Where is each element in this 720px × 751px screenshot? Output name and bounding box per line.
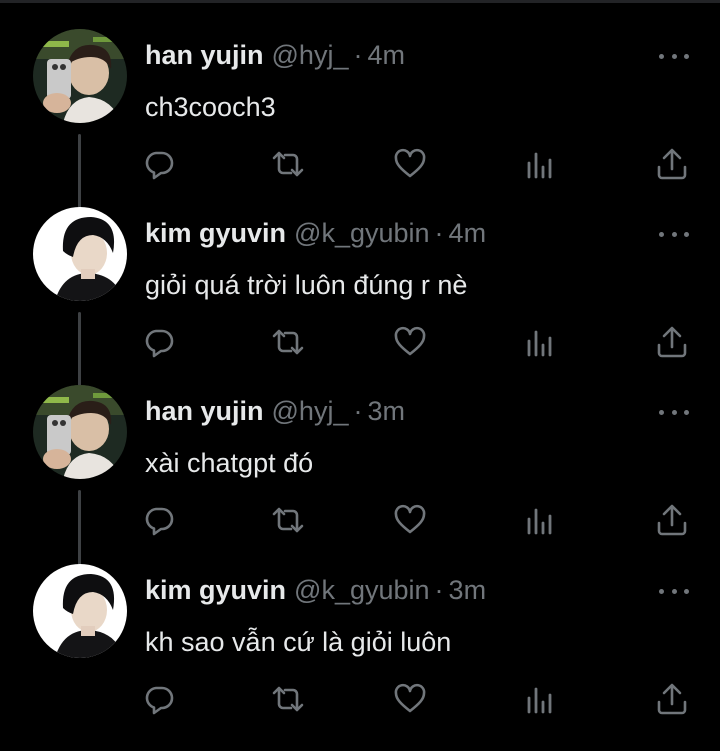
share-button[interactable] [652, 679, 692, 719]
retweet-button[interactable] [268, 500, 308, 540]
user-handle[interactable]: @k_gyubin [294, 575, 430, 606]
reply-button[interactable] [139, 322, 179, 362]
timestamp[interactable]: 3m [449, 575, 487, 606]
share-icon [657, 683, 687, 715]
avatar-image [33, 564, 127, 658]
reply-icon [145, 686, 174, 715]
retweet-icon [272, 686, 304, 712]
avatar-han-yujin[interactable] [33, 385, 127, 479]
retweet-icon [272, 507, 304, 533]
tweet-actions [0, 500, 720, 540]
reply-icon [145, 329, 174, 358]
display-name[interactable]: kim gyuvin [145, 218, 286, 249]
separator-dot: · [434, 575, 444, 605]
tweet-actions [0, 144, 720, 184]
like-icon [394, 504, 426, 534]
timestamp[interactable]: 3m [367, 396, 405, 427]
more-icon[interactable] [659, 228, 689, 240]
tweet-header: kim gyuvin @k_gyubin · 4m [145, 218, 486, 252]
tweet-text: kh sao vẫn cứ là giỏi luôn [145, 627, 452, 657]
tweet-text: ch3cooch3 [145, 92, 276, 122]
avatar-image [33, 29, 127, 123]
avatar-han-yujin[interactable] [33, 29, 127, 123]
retweet-icon [272, 329, 304, 355]
separator-dot: · [434, 218, 444, 248]
tweet[interactable]: han yujin @hyj_ · 3m xài chatgpt đó [0, 378, 720, 570]
reply-button[interactable] [139, 500, 179, 540]
share-button[interactable] [652, 144, 692, 184]
views-button[interactable] [519, 679, 559, 719]
display-name[interactable]: han yujin [145, 396, 264, 427]
avatar-kim-gyuvin[interactable] [33, 564, 127, 658]
views-button[interactable] [519, 500, 559, 540]
tweet-text: giỏi quá trời luôn đúng r nè [145, 270, 468, 300]
retweet-button[interactable] [268, 322, 308, 362]
avatar-image [33, 385, 127, 479]
tweet-header: kim gyuvin @k_gyubin · 3m [145, 575, 486, 609]
tweet-header: han yujin @hyj_ · 3m [145, 396, 405, 430]
user-handle[interactable]: @k_gyubin [294, 218, 430, 249]
share-icon [657, 504, 687, 536]
like-button[interactable] [390, 322, 430, 362]
tweet[interactable]: han yujin @hyj_ · 4m ch3cooch3 [0, 22, 720, 214]
avatar-image [33, 207, 127, 301]
reply-button[interactable] [139, 144, 179, 184]
share-icon [657, 326, 687, 358]
views-icon [527, 687, 552, 714]
top-divider [0, 0, 720, 3]
separator-dot: · [353, 396, 363, 426]
reply-button[interactable] [139, 679, 179, 719]
display-name[interactable]: han yujin [145, 40, 264, 71]
like-button[interactable] [390, 679, 430, 719]
timestamp[interactable]: 4m [449, 218, 487, 249]
avatar-kim-gyuvin[interactable] [33, 207, 127, 301]
share-icon [657, 148, 687, 180]
tweet-actions [0, 679, 720, 719]
like-icon [394, 326, 426, 356]
tweet-actions [0, 322, 720, 362]
user-handle[interactable]: @hyj_ [272, 396, 349, 427]
tweet[interactable]: kim gyuvin @k_gyubin · 3m kh sao vẫn cứ … [0, 557, 720, 737]
timestamp[interactable]: 4m [367, 40, 405, 71]
share-button[interactable] [652, 322, 692, 362]
like-icon [394, 148, 426, 178]
views-button[interactable] [519, 144, 559, 184]
tweet-text: xài chatgpt đó [145, 448, 314, 478]
more-icon[interactable] [659, 406, 689, 418]
separator-dot: · [353, 40, 363, 70]
views-icon [527, 330, 552, 357]
user-handle[interactable]: @hyj_ [272, 40, 349, 71]
retweet-button[interactable] [268, 144, 308, 184]
share-button[interactable] [652, 500, 692, 540]
views-button[interactable] [519, 322, 559, 362]
reply-icon [145, 151, 174, 180]
views-icon [527, 152, 552, 179]
like-button[interactable] [390, 144, 430, 184]
reply-icon [145, 507, 174, 536]
tweet[interactable]: kim gyuvin @k_gyubin · 4m giỏi quá trời … [0, 200, 720, 392]
like-button[interactable] [390, 500, 430, 540]
like-icon [394, 683, 426, 713]
retweet-icon [272, 151, 304, 177]
tweet-header: han yujin @hyj_ · 4m [145, 40, 405, 74]
more-icon[interactable] [659, 585, 689, 597]
more-icon[interactable] [659, 50, 689, 62]
views-icon [527, 508, 552, 535]
display-name[interactable]: kim gyuvin [145, 575, 286, 606]
retweet-button[interactable] [268, 679, 308, 719]
